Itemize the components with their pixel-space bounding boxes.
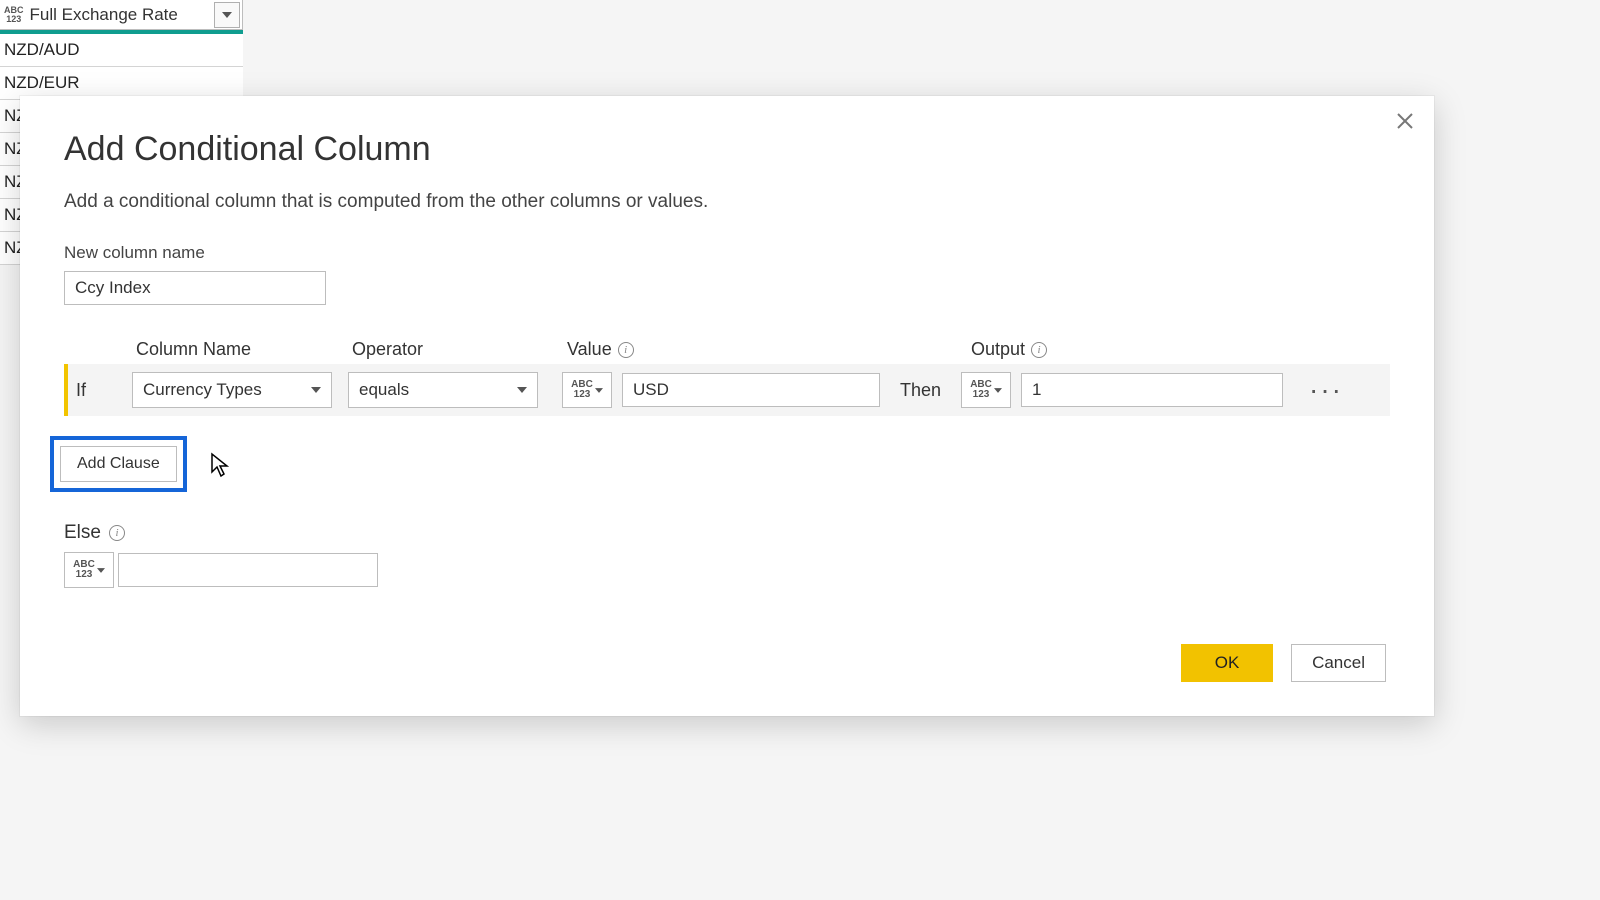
value-type-button[interactable]: ABC123 [562,372,612,408]
info-icon[interactable]: i [1031,342,1047,358]
add-conditional-column-dialog: Add Conditional Column Add a conditional… [20,96,1434,716]
header-value: Value [567,339,612,360]
else-section: Else i ABC123 [64,522,378,588]
header-output: Output [971,339,1025,360]
info-icon[interactable]: i [618,342,634,358]
output-type-button[interactable]: ABC123 [961,372,1011,408]
more-options-button[interactable]: ··· [1309,385,1343,395]
info-icon[interactable]: i [109,525,125,541]
close-button[interactable] [1390,106,1420,136]
clause-headers: Column Name Operator Value i Output i [64,339,1390,360]
operator-value: equals [359,380,409,400]
then-label: Then [900,380,941,401]
column-name-select[interactable]: Currency Types [132,372,332,408]
dialog-title: Add Conditional Column [64,130,1390,169]
output-input[interactable] [1021,373,1283,407]
dialog-footer: OK Cancel [1181,644,1386,682]
type-badge-icon: ABC123 [4,6,24,24]
header-operator: Operator [352,339,567,360]
cancel-button[interactable]: Cancel [1291,644,1386,682]
cursor-icon [210,452,232,478]
column-title: Full Exchange Rate [30,5,215,25]
clause-row: If Currency Types equals ABC123 Then ABC… [64,364,1390,416]
column-header[interactable]: ABC123 Full Exchange Rate [0,0,243,30]
else-input[interactable] [118,553,378,587]
header-column-name: Column Name [136,339,352,360]
new-column-name-label: New column name [64,243,1390,263]
table-row[interactable]: NZD/AUD [0,34,243,67]
add-clause-button[interactable]: Add Clause [60,446,177,482]
dialog-subtitle: Add a conditional column that is compute… [64,191,1390,213]
new-column-name-input[interactable] [64,271,326,305]
column-filter-button[interactable] [214,2,240,28]
ok-button[interactable]: OK [1181,644,1273,682]
else-type-button[interactable]: ABC123 [64,552,114,588]
add-clause-highlight: Add Clause [50,436,187,492]
operator-select[interactable]: equals [348,372,538,408]
column-name-value: Currency Types [143,380,262,400]
if-label: If [68,380,132,401]
else-label: Else [64,522,101,544]
value-input[interactable] [622,373,880,407]
